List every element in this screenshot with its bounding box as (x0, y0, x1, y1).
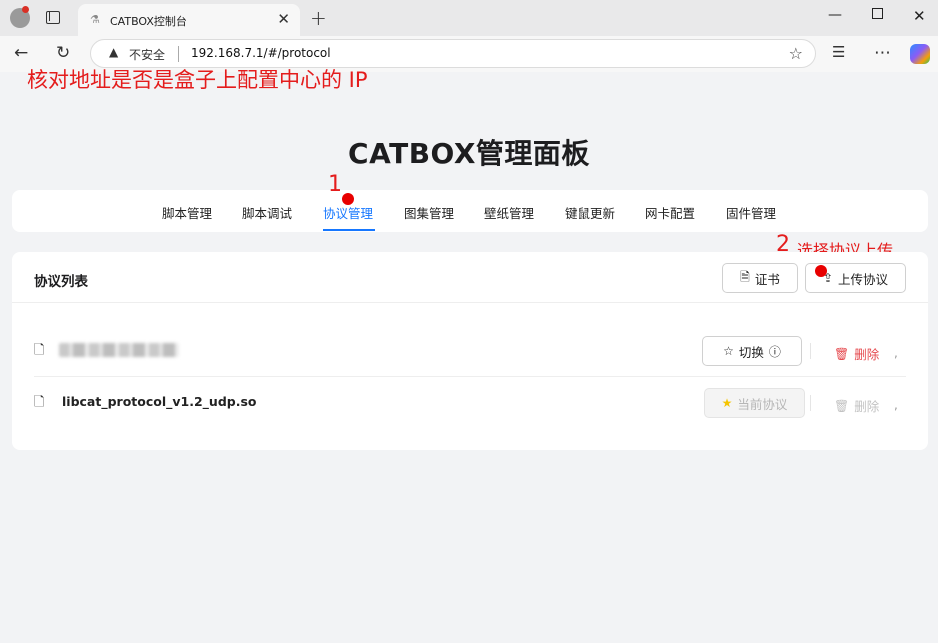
protocol-file-name: libcat_protocol_v1.2_udp.so (62, 394, 257, 409)
security-status[interactable]: 不安全 (129, 46, 165, 63)
page-viewport: 核对地址是否是盒子上配置中心的 IP CATBOX管理面板 脚本管理 脚本调试 … (0, 68, 938, 643)
tab-script-management[interactable]: 脚本管理 (162, 203, 212, 222)
redacted-protocol-name (59, 343, 179, 357)
switch-protocol-button[interactable]: ☆ 切换 ⓘ (702, 336, 802, 366)
active-tab-indicator (323, 229, 375, 231)
tab-title: CATBOX控制台 (110, 15, 187, 28)
favorites-list-icon[interactable]: ☰ (832, 43, 845, 61)
tab-network-config[interactable]: 网卡配置 (645, 203, 695, 222)
action-divider (810, 343, 811, 359)
url-text[interactable]: 192.168.7.1/#/protocol (191, 46, 331, 60)
tab-protocol-management[interactable]: 协议管理 (323, 203, 373, 222)
annotation-step-1: 1 (328, 172, 342, 197)
certificate-icon: 🗎 (740, 269, 750, 284)
annotation-ip-note: 核对地址是否是盒子上配置中心的 IP (27, 68, 368, 92)
profile-icon[interactable] (10, 6, 30, 28)
help-circle-icon[interactable]: ⓘ (769, 343, 781, 360)
card-header-divider (12, 302, 928, 303)
reload-icon[interactable]: ↻ (56, 43, 70, 63)
protocol-list-title: 协议列表 (34, 274, 88, 290)
close-tab-icon[interactable]: ✕ (277, 10, 290, 28)
warning-icon: ▲ (109, 45, 119, 59)
tab-actions-icon[interactable] (46, 11, 60, 24)
certificate-button[interactable]: 🗎 证书 (722, 263, 798, 293)
tab-wallpaper-management[interactable]: 壁纸管理 (484, 203, 534, 222)
row-divider (34, 376, 906, 377)
favorite-star-icon[interactable]: ☆ (789, 44, 803, 63)
star-filled-icon: ★ (721, 396, 733, 410)
main-nav: 脚本管理 脚本调试 协议管理 图集管理 壁纸管理 键鼠更新 网卡配置 固件管理 (12, 190, 928, 232)
row-trailing-mark: , (894, 346, 898, 360)
tab-atlas-management[interactable]: 图集管理 (404, 203, 454, 222)
tab-script-debug[interactable]: 脚本调试 (242, 203, 292, 222)
trash-icon: 🗑 (834, 346, 850, 361)
browser-tab[interactable]: ⚗ CATBOX控制台 ✕ (78, 4, 300, 36)
annotation-dot-2 (815, 265, 827, 277)
more-icon[interactable]: ⋯ (874, 43, 891, 63)
switch-button-label: 切换 (738, 344, 764, 360)
star-outline-icon: ☆ (723, 344, 734, 358)
file-icon: 🗋 (34, 343, 45, 358)
action-divider (810, 395, 811, 411)
trash-icon: 🗑 (834, 398, 850, 413)
close-window-icon[interactable]: ✕ (913, 7, 926, 25)
tab-favicon-icon: ⚗ (90, 13, 100, 26)
maximize-icon[interactable] (872, 8, 883, 19)
delete-button[interactable]: 🗑 删除 (834, 344, 879, 363)
browser-tab-bar: ⚗ CATBOX控制台 ✕ + — ✕ (0, 0, 938, 36)
file-icon: 🗋 (34, 395, 45, 410)
current-protocol-label: 当前协议 (737, 396, 788, 412)
certificate-button-label: 证书 (754, 271, 780, 287)
tab-keyboard-mouse-update[interactable]: 键鼠更新 (565, 203, 615, 222)
annotation-dot-1 (342, 193, 354, 205)
address-divider (178, 46, 179, 62)
tab-firmware-management[interactable]: 固件管理 (726, 203, 776, 222)
row-trailing-mark: , (894, 398, 898, 412)
protocol-list-card: 协议列表 🗎 证书 ⇪ 上传协议 🗋 ☆ 切换 ⓘ 🗑 删除 , 🗋 libca… (12, 252, 928, 450)
current-protocol-button: ★ 当前协议 (704, 388, 805, 418)
delete-button-label: 删除 (854, 347, 880, 362)
page-title: CATBOX管理面板 (348, 137, 590, 170)
delete-button-label: 删除 (854, 399, 880, 414)
new-tab-icon[interactable]: + (310, 6, 327, 30)
copilot-icon[interactable] (910, 44, 930, 64)
minimize-icon[interactable]: — (828, 7, 842, 23)
delete-button-disabled: 🗑 删除 (834, 396, 879, 415)
back-icon[interactable]: ← (14, 43, 28, 63)
upload-protocol-button-label: 上传协议 (838, 271, 889, 287)
